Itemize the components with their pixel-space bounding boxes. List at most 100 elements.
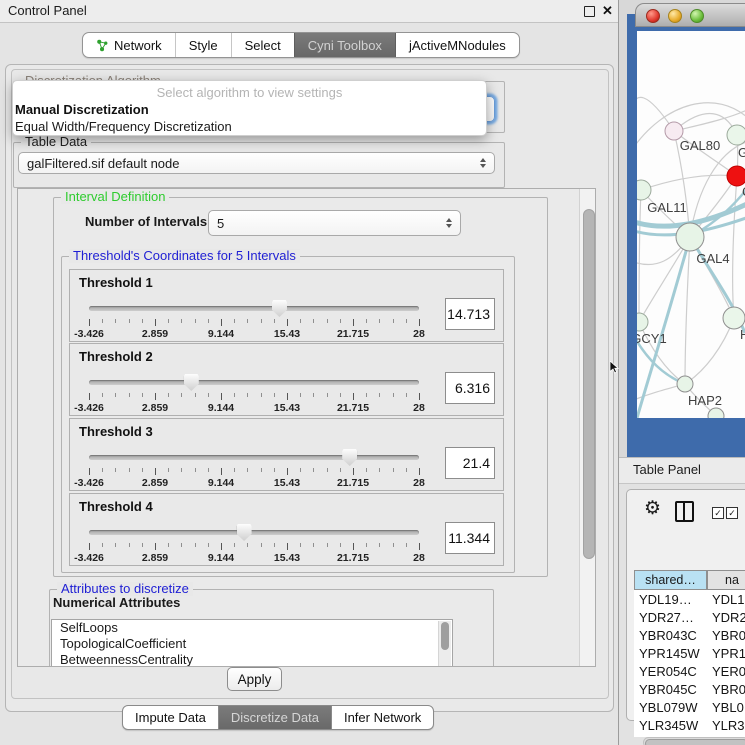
threshold-label: Threshold 4 — [79, 499, 153, 514]
network-node[interactable] — [708, 408, 724, 418]
slider-thumb[interactable] — [237, 524, 252, 541]
num-intervals-combobox[interactable]: 5 — [208, 210, 461, 236]
checkbox-icon[interactable]: ✓ — [726, 507, 738, 519]
threshold-value-field[interactable]: 21.4 — [445, 447, 495, 479]
algorithm-dropdown-popup: Select algorithm to view settingsManual … — [12, 80, 487, 136]
tab-cyni-toolbox[interactable]: Cyni Toolbox — [294, 33, 396, 57]
tab-select[interactable]: Select — [231, 33, 294, 57]
table-data-combobox-value: galFiltered.sif default node — [27, 156, 179, 171]
slider-thumb[interactable] — [342, 449, 357, 466]
tab-network[interactable]: Network — [83, 33, 175, 57]
table-cell[interactable]: YER0 — [707, 662, 745, 680]
slider-thumb[interactable] — [184, 374, 199, 391]
table-data-title: Table Data — [21, 135, 91, 149]
threshold-label: Threshold 3 — [79, 424, 153, 439]
tab-label: Cyni Toolbox — [308, 38, 382, 53]
table-cell[interactable]: YDL1 — [707, 590, 745, 608]
attribute-item-selfloops[interactable]: SelfLoops — [52, 620, 452, 636]
network-icon — [96, 39, 109, 52]
table-data-combobox[interactable]: galFiltered.sif default node — [18, 152, 495, 174]
table-cell[interactable]: YDR27… — [634, 608, 707, 626]
table-cell[interactable]: YER054C — [634, 662, 707, 680]
slider-track[interactable] — [89, 455, 419, 460]
table-cell[interactable]: YBR043C — [634, 626, 707, 644]
table-cell[interactable]: YBL0 — [707, 698, 745, 716]
gear-icon[interactable]: ⚙ — [644, 499, 661, 518]
network-node[interactable] — [637, 313, 648, 331]
dropdown-option-equal-width-frequency-discretization[interactable]: Equal Width/Frequency Discretization — [13, 118, 486, 135]
network-node[interactable] — [723, 307, 745, 329]
settings-vertical-scrollbar[interactable] — [579, 189, 596, 666]
column-header-shared[interactable]: shared… — [634, 570, 707, 590]
table-horizontal-scrollbar[interactable] — [643, 737, 745, 745]
attributes-list[interactable]: SelfLoopsTopologicalCoefficientBetweenne… — [51, 619, 453, 667]
combo-arrows-icon — [446, 218, 452, 228]
table-cell[interactable]: YPR1 — [707, 644, 745, 662]
slider-ticks — [89, 319, 419, 327]
node-label-ga: GA — [738, 145, 745, 160]
tab-discretize-data[interactable]: Discretize Data — [218, 706, 331, 729]
attribute-item-betweennesscentrality[interactable]: BetweennessCentrality — [52, 652, 452, 667]
mac-close-button[interactable] — [646, 9, 660, 23]
threshold-value-field[interactable]: 6.316 — [445, 372, 495, 404]
control-panel-window: Control Panel ✕ NetworkStyleSelectCyni T… — [0, 0, 619, 745]
network-canvas[interactable]: GAL80GACGAL11GAL4GCY1HHAP2 — [637, 31, 745, 418]
table-cell[interactable]: YLR3 — [707, 716, 745, 734]
table-cell[interactable]: YDR2 — [707, 608, 745, 626]
checkbox-icon[interactable]: ✓ — [712, 507, 724, 519]
slider-track[interactable] — [89, 530, 419, 535]
threshold-value-field[interactable]: 14.713 — [445, 298, 495, 330]
table-cell[interactable]: YLR345W — [634, 716, 707, 734]
float-window-icon[interactable] — [584, 6, 595, 17]
network-node[interactable] — [727, 166, 745, 186]
threshold-panel-4: Threshold 4 -3.4262.8599.14415.4321.71528… — [69, 493, 504, 566]
apply-button[interactable]: Apply — [227, 667, 282, 691]
columns-icon[interactable] — [675, 501, 694, 522]
table-panel: Table Panel ⚙ ✓ ✓ shared…naYDL19…YDL1YDR… — [619, 457, 745, 745]
network-node[interactable] — [676, 223, 704, 251]
dropdown-option-manual-discretization[interactable]: Manual Discretization — [13, 101, 486, 118]
table-cell[interactable]: YBL079W — [634, 698, 707, 716]
mac-minimize-button[interactable] — [668, 9, 682, 23]
threshold-value-field[interactable]: 11.344 — [445, 522, 495, 554]
table-row[interactable]: YER054CYER0 — [634, 662, 745, 680]
table-row[interactable]: YDL19…YDL1 — [634, 590, 745, 608]
attribute-item-topologicalcoefficient[interactable]: TopologicalCoefficient — [52, 636, 452, 652]
network-node[interactable] — [637, 180, 651, 200]
table-row[interactable]: YPR145WYPR1 — [634, 644, 745, 662]
table-cell[interactable]: YBR0 — [707, 626, 745, 644]
slider-scale-labels: -3.4262.8599.14415.4321.71528 — [89, 552, 419, 564]
tab-impute-data[interactable]: Impute Data — [123, 706, 218, 729]
network-edge — [733, 176, 737, 318]
slider-track[interactable] — [89, 306, 419, 311]
slider-ticks — [89, 468, 419, 476]
network-window-titlebar[interactable] — [635, 3, 745, 27]
cyni-mode-tab-bar: Impute DataDiscretize DataInfer Network — [122, 705, 434, 730]
node-attribute-table[interactable]: shared…naYDL19…YDL1YDR27…YDR2YBR043CYBR0… — [634, 570, 745, 737]
scrollbar-thumb[interactable] — [645, 739, 745, 745]
network-node[interactable] — [677, 376, 693, 392]
table-cell[interactable]: YBR0 — [707, 680, 745, 698]
close-icon[interactable]: ✕ — [602, 3, 613, 19]
attributes-list-scrollbar[interactable] — [438, 621, 451, 666]
tab-label: jActiveMNodules — [409, 38, 506, 53]
table-cell[interactable]: YPR145W — [634, 644, 707, 662]
table-row[interactable]: YDR27…YDR2 — [634, 608, 745, 626]
table-panel-titlebar: Table Panel — [619, 457, 745, 484]
threshold-panel-2: Threshold 2-3.4262.8599.14415.4321.71528… — [69, 343, 504, 416]
table-row[interactable]: YBR045CYBR0 — [634, 680, 745, 698]
column-header-na[interactable]: na — [707, 570, 745, 590]
tab-style[interactable]: Style — [175, 33, 231, 57]
slider-thumb[interactable] — [272, 300, 287, 317]
scrollbar-thumb[interactable] — [583, 209, 595, 559]
slider-track[interactable] — [89, 380, 419, 385]
table-row[interactable]: YBL079WYBL0 — [634, 698, 745, 716]
tab-infer-network[interactable]: Infer Network — [331, 706, 433, 729]
tab-jactivemnodules[interactable]: jActiveMNodules — [396, 33, 519, 57]
table-cell[interactable]: YBR045C — [634, 680, 707, 698]
table-row[interactable]: YLR345WYLR3 — [634, 716, 745, 734]
network-node[interactable] — [727, 125, 745, 145]
table-cell[interactable]: YDL19… — [634, 590, 707, 608]
mac-zoom-button[interactable] — [690, 9, 704, 23]
table-row[interactable]: YBR043CYBR0 — [634, 626, 745, 644]
